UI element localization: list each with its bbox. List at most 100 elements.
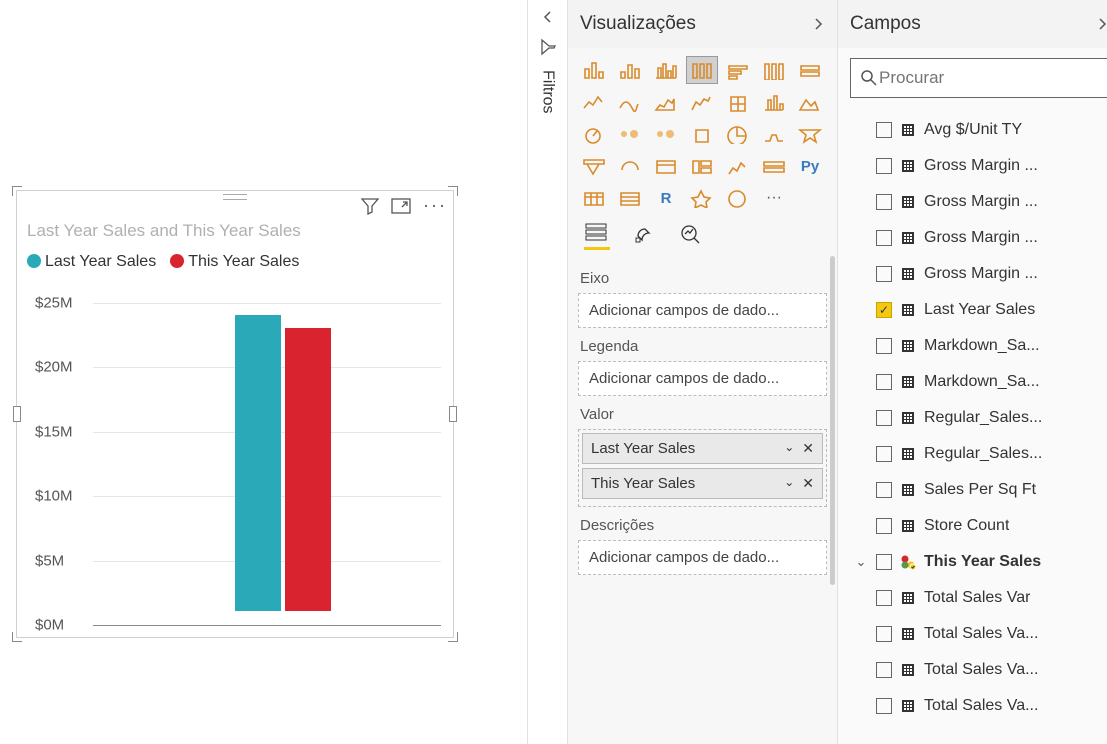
viz-type-python[interactable]: Py xyxy=(794,152,826,180)
checkbox[interactable] xyxy=(876,482,892,498)
resize-handle[interactable] xyxy=(449,406,457,422)
field-item[interactable]: Gross Margin ... xyxy=(854,256,1107,292)
collapse-icon[interactable] xyxy=(1095,17,1107,31)
resize-handle[interactable] xyxy=(12,186,22,196)
viz-type-area-2[interactable] xyxy=(794,88,826,116)
field-item[interactable]: Gross Margin ... xyxy=(854,184,1107,220)
checkbox[interactable] xyxy=(876,194,892,210)
checkbox[interactable] xyxy=(876,446,892,462)
field-item[interactable]: Gross Margin ... xyxy=(854,220,1107,256)
viz-type-key-influencers[interactable] xyxy=(686,184,718,212)
checkbox[interactable] xyxy=(876,338,892,354)
viz-type-line-2[interactable] xyxy=(686,88,718,116)
viz-type-pie[interactable] xyxy=(650,120,682,148)
checkbox[interactable] xyxy=(876,158,892,174)
value-field-item[interactable]: Last Year Sales⌄✕ xyxy=(582,433,823,464)
viz-type-donut[interactable] xyxy=(686,120,718,148)
search-input[interactable] xyxy=(850,58,1107,98)
field-item[interactable]: Total Sales Va... xyxy=(854,688,1107,724)
viz-type-decomposition[interactable] xyxy=(722,184,754,212)
field-item[interactable]: Store Count xyxy=(854,508,1107,544)
viz-type-stacked-column[interactable] xyxy=(686,56,718,84)
field-item[interactable]: Regular_Sales... xyxy=(854,436,1107,472)
viz-type-waterfall[interactable] xyxy=(758,88,790,116)
chart-visual[interactable]: ··· Last Year Sales and This Year Sales … xyxy=(16,190,454,638)
filters-pane-collapsed[interactable]: Filtros xyxy=(528,0,568,744)
fields-tab[interactable] xyxy=(584,222,610,250)
format-tab[interactable] xyxy=(632,222,656,250)
field-item[interactable]: Total Sales Va... xyxy=(854,616,1107,652)
analytics-tab[interactable] xyxy=(678,222,704,250)
viz-type-stacked-area[interactable] xyxy=(650,88,682,116)
checkbox[interactable] xyxy=(876,662,892,678)
viz-type-more[interactable]: ··· xyxy=(758,184,790,212)
checkbox[interactable] xyxy=(876,230,892,246)
checkbox[interactable] xyxy=(876,374,892,390)
resize-handle[interactable] xyxy=(448,186,458,196)
collapse-icon[interactable] xyxy=(541,10,555,24)
legend-well[interactable]: Adicionar campos de dado... xyxy=(578,361,827,396)
viz-type-clustered-column[interactable] xyxy=(650,56,682,84)
viz-type-line[interactable] xyxy=(578,88,610,116)
viz-type-ribbon[interactable] xyxy=(722,88,754,116)
viz-type-stacked-bar[interactable] xyxy=(578,56,610,84)
field-item[interactable]: ⌄This Year Sales xyxy=(854,544,1107,580)
viz-type-gauge[interactable] xyxy=(578,120,610,148)
checkbox[interactable] xyxy=(876,590,892,606)
checkbox[interactable] xyxy=(876,554,892,570)
viz-type-card[interactable] xyxy=(650,152,682,180)
field-item[interactable]: Total Sales Va... xyxy=(854,652,1107,688)
checkbox[interactable] xyxy=(876,698,892,714)
tooltips-well[interactable]: Adicionar campos de dado... xyxy=(578,540,827,575)
resize-handle[interactable] xyxy=(448,632,458,642)
chevron-down-icon[interactable]: ⌄ xyxy=(784,440,794,457)
viz-type-stacked-column-100[interactable] xyxy=(758,56,790,84)
viz-type-treemap[interactable] xyxy=(722,120,754,148)
drag-grip-icon[interactable] xyxy=(223,194,247,200)
checkbox[interactable] xyxy=(876,266,892,282)
checkbox[interactable] xyxy=(876,122,892,138)
value-field-item[interactable]: This Year Sales⌄✕ xyxy=(582,468,823,499)
remove-icon[interactable]: ✕ xyxy=(802,475,814,492)
value-well[interactable]: Last Year Sales⌄✕This Year Sales⌄✕ xyxy=(578,429,827,507)
chevron-down-icon[interactable]: ⌄ xyxy=(784,475,794,492)
more-options-icon[interactable]: ··· xyxy=(423,195,447,216)
resize-handle[interactable] xyxy=(13,406,21,422)
viz-type-r[interactable]: R xyxy=(650,184,682,212)
bar-this-year-sales[interactable] xyxy=(285,328,331,611)
filter-icon[interactable] xyxy=(361,197,379,215)
resize-handle[interactable] xyxy=(12,632,22,642)
viz-type-scatter[interactable] xyxy=(614,120,646,148)
field-item[interactable]: Avg $/Unit TY xyxy=(854,112,1107,148)
field-item[interactable]: Regular_Sales... xyxy=(854,400,1107,436)
field-item[interactable]: Last Year Sales xyxy=(854,292,1107,328)
chevron-down-icon[interactable]: ⌄ xyxy=(854,554,868,570)
remove-icon[interactable]: ✕ xyxy=(802,440,814,457)
viz-type-slicer[interactable] xyxy=(758,152,790,180)
checkbox[interactable] xyxy=(876,302,892,318)
viz-type-stacked-bar-100[interactable] xyxy=(722,56,754,84)
collapse-icon[interactable] xyxy=(811,17,825,31)
viz-type-funnel-2[interactable] xyxy=(578,152,610,180)
viz-type-funnel[interactable] xyxy=(794,120,826,148)
field-item[interactable]: Total Sales Var xyxy=(854,580,1107,616)
axis-well[interactable]: Adicionar campos de dado... xyxy=(578,293,827,328)
checkbox[interactable] xyxy=(876,626,892,642)
viz-type-column-line[interactable] xyxy=(794,56,826,84)
viz-type-matrix[interactable] xyxy=(614,184,646,212)
viz-type-area[interactable] xyxy=(614,88,646,116)
bar-last-year-sales[interactable] xyxy=(235,315,281,611)
viz-type-map[interactable] xyxy=(758,120,790,148)
viz-type-clustered-bar[interactable] xyxy=(614,56,646,84)
focus-mode-icon[interactable] xyxy=(391,198,411,214)
checkbox[interactable] xyxy=(876,518,892,534)
field-item[interactable]: Gross Margin ... xyxy=(854,148,1107,184)
viz-type-kpi[interactable] xyxy=(722,152,754,180)
checkbox[interactable] xyxy=(876,410,892,426)
viz-type-multi-card[interactable] xyxy=(686,152,718,180)
field-item[interactable]: Markdown_Sa... xyxy=(854,364,1107,400)
field-item[interactable]: Markdown_Sa... xyxy=(854,328,1107,364)
viz-type-table[interactable] xyxy=(578,184,610,212)
scrollbar[interactable] xyxy=(830,256,835,585)
viz-type-gauge-2[interactable] xyxy=(614,152,646,180)
